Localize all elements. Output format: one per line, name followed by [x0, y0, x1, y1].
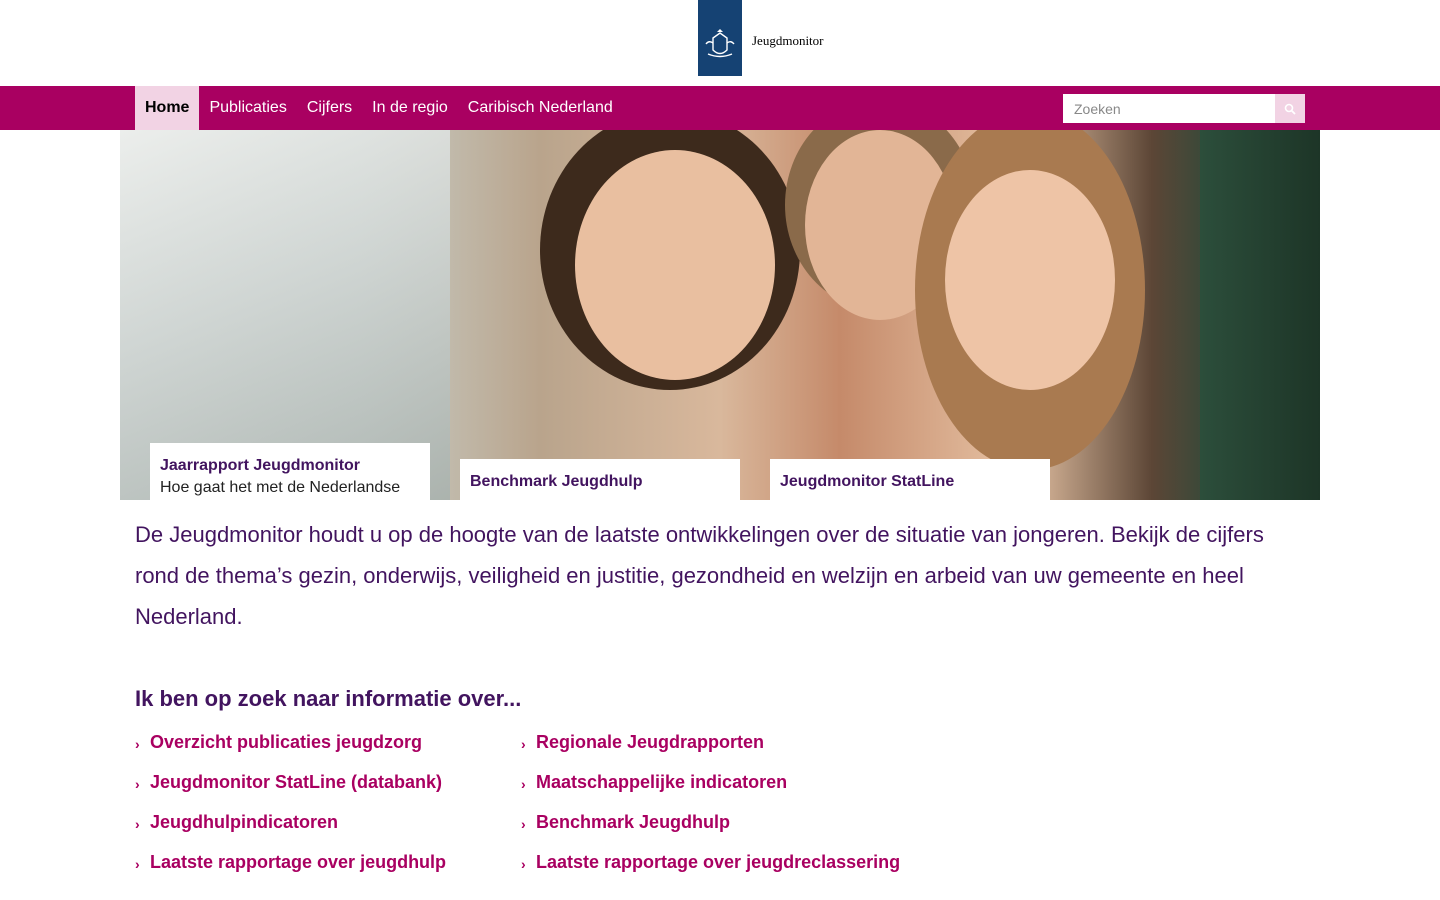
hero-card-title: Benchmark Jeugdhulp [470, 473, 643, 490]
hero-card-jaarrapport[interactable]: Jaarrapport Jeugdmonitor Hoe gaat het me… [150, 443, 430, 500]
search-button[interactable] [1275, 94, 1305, 123]
nav-item-in-de-regio[interactable]: In de regio [362, 86, 458, 130]
section-title: Ik ben op zoek naar informatie over... [135, 686, 522, 711]
chevron-right-icon: › [521, 776, 526, 792]
site-header: Jeugdmonitor [0, 0, 1440, 86]
logo[interactable] [698, 0, 742, 76]
link-list-right: › Regionale Jeugdrapporten › Maatschappeli… [521, 732, 900, 892]
hero-door [1200, 130, 1320, 500]
search-icon [1284, 103, 1296, 115]
search-form [1063, 94, 1305, 123]
hero-card-statline[interactable]: Jeugdmonitor StatLine [770, 459, 1050, 500]
link-list-left: › Overzicht publicaties jeugdzorg › Jeugdm… [135, 732, 446, 892]
chevron-right-icon: › [135, 816, 140, 832]
nav-item-caribisch-nederland[interactable]: Caribisch Nederland [458, 86, 623, 130]
link-item[interactable]: › Regionale Jeugdrapporten [521, 732, 900, 772]
link-label: Jeugdhulpindicatoren [150, 812, 339, 832]
hero-image: Jaarrapport Jeugdmonitor Hoe gaat het me… [120, 130, 1320, 500]
hero-face-right [945, 170, 1115, 390]
link-item[interactable]: › Maatschappelijke indicatoren [521, 772, 900, 812]
logo-text[interactable]: Jeugdmonitor [752, 33, 824, 49]
chevron-right-icon: › [135, 776, 140, 792]
chevron-right-icon: › [135, 856, 140, 872]
search-input[interactable] [1063, 94, 1275, 123]
hero-card-subtitle: Hoe gaat het met de Nederlandse [160, 479, 401, 496]
chevron-right-icon: › [521, 736, 526, 752]
chevron-right-icon: › [521, 856, 526, 872]
link-label: Benchmark Jeugdhulp [536, 812, 731, 832]
link-label: Laatste rapportage over jeugdreclasserin… [536, 852, 901, 872]
link-item[interactable]: › Benchmark Jeugdhulp [521, 812, 900, 852]
nav-item-publicaties[interactable]: Publicaties [199, 86, 296, 130]
link-item[interactable]: › Laatste rapportage over jeugdhulp [135, 852, 446, 892]
main-navigation: Home Publicaties Cijfers In de regio Car… [0, 86, 1440, 130]
chevron-right-icon: › [521, 816, 526, 832]
crest-icon [705, 29, 735, 58]
hero-card-title: Jeugdmonitor StatLine [780, 473, 955, 490]
hero-face-left [575, 150, 775, 380]
link-label: Regionale Jeugdrapporten [536, 732, 765, 752]
link-label: Overzicht publicaties jeugdzorg [150, 732, 423, 752]
link-label: Laatste rapportage over jeugdhulp [150, 852, 447, 872]
intro-text: De Jeugdmonitor houdt u op de hoogte van… [135, 522, 1264, 629]
hero-card-benchmark[interactable]: Benchmark Jeugdhulp [460, 459, 740, 500]
link-item[interactable]: › Jeugdmonitor StatLine (databank) [135, 772, 446, 812]
chevron-right-icon: › [135, 736, 140, 752]
hero-card-title: Jaarrapport Jeugdmonitor [160, 457, 361, 474]
nav-item-home[interactable]: Home [135, 86, 200, 130]
nav-items: Home Publicaties Cijfers In de regio Car… [135, 86, 623, 130]
link-item[interactable]: › Laatste rapportage over jeugdreclasseri… [521, 852, 900, 892]
nav-item-cijfers[interactable]: Cijfers [297, 86, 362, 130]
link-label: Maatschappelijke indicatoren [536, 772, 788, 792]
link-item[interactable]: › Overzicht publicaties jeugdzorg [135, 732, 446, 772]
link-item[interactable]: › Jeugdhulpindicatoren [135, 812, 446, 852]
link-label: Jeugdmonitor StatLine (databank) [150, 772, 443, 792]
